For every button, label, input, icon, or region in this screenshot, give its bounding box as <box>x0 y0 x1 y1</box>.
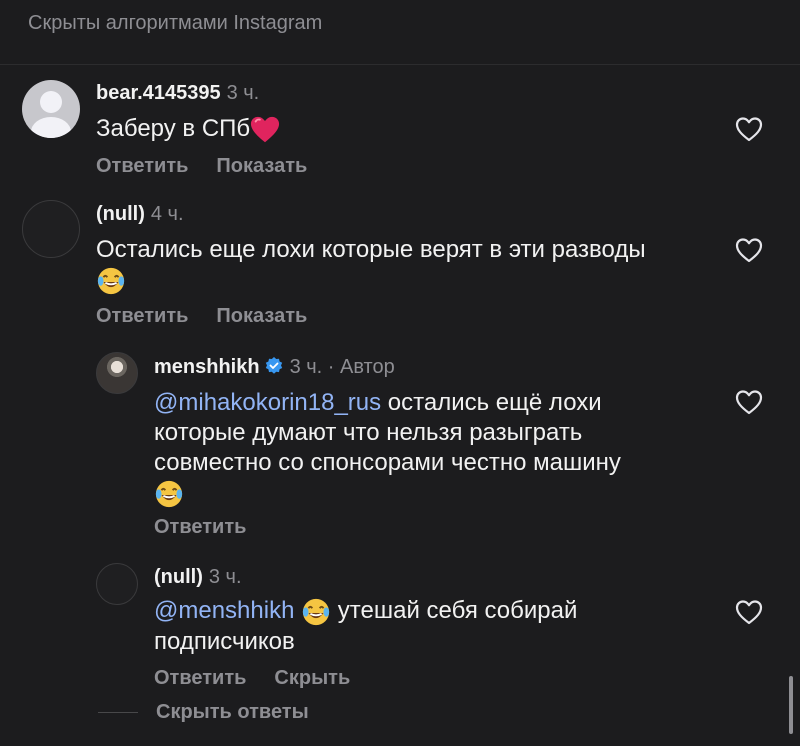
scrollbar[interactable] <box>789 676 793 734</box>
heart-icon[interactable] <box>734 236 764 264</box>
reply-text: @menshhikh утешай себя собирай подписчик… <box>154 597 578 655</box>
reply-button[interactable]: Ответить <box>96 155 188 177</box>
show-button[interactable]: Показать <box>216 305 307 327</box>
timestamp: 3 ч. <box>208 566 242 588</box>
reply-text: @mihakokorin18_rus остались ещё лохи кот… <box>154 388 694 509</box>
mention-link[interactable]: @menshhikh <box>154 597 294 624</box>
heart-icon[interactable] <box>734 598 764 626</box>
avatar[interactable] <box>22 80 80 138</box>
laughing-tears-emoji-icon <box>155 480 183 507</box>
avatar[interactable] <box>96 563 138 605</box>
divider <box>0 64 800 65</box>
username[interactable]: bear.4145395 <box>96 82 221 104</box>
hide-replies-line <box>98 712 138 713</box>
author-label: · Автор <box>327 356 395 378</box>
red-heart-emoji-icon <box>251 116 280 142</box>
username[interactable]: menshhikh <box>154 356 260 378</box>
show-button[interactable]: Показать <box>216 155 307 177</box>
default-avatar-icon <box>31 91 71 138</box>
username[interactable]: (null) <box>96 203 145 225</box>
heart-icon[interactable] <box>734 388 764 416</box>
reply-button[interactable]: Ответить <box>154 516 246 538</box>
reply-button[interactable]: Ответить <box>96 305 188 327</box>
timestamp: 4 ч. <box>150 203 184 225</box>
hidden-by-algorithm-header: Скрыты алгоритмами Instagram <box>28 12 323 34</box>
avatar[interactable] <box>96 352 138 394</box>
heart-icon[interactable] <box>734 115 764 143</box>
timestamp: 3 ч. <box>226 82 260 104</box>
comment-text: Заберу в СПб <box>96 114 716 145</box>
hide-replies-button[interactable]: Скрыть ответы <box>156 701 309 724</box>
laughing-tears-emoji-icon <box>97 267 125 294</box>
verified-badge-icon <box>265 357 282 374</box>
timestamp: 3 ч. <box>289 356 323 378</box>
username[interactable]: (null) <box>154 566 203 588</box>
mention-link[interactable]: @mihakokorin18_rus <box>154 389 381 416</box>
comment-text: Остались еще лохи которые верят в эти ра… <box>96 235 716 296</box>
reply-button[interactable]: Ответить <box>154 667 246 689</box>
hide-button[interactable]: Скрыть <box>274 667 350 689</box>
avatar[interactable] <box>22 200 80 258</box>
laughing-tears-emoji-icon <box>302 598 330 625</box>
